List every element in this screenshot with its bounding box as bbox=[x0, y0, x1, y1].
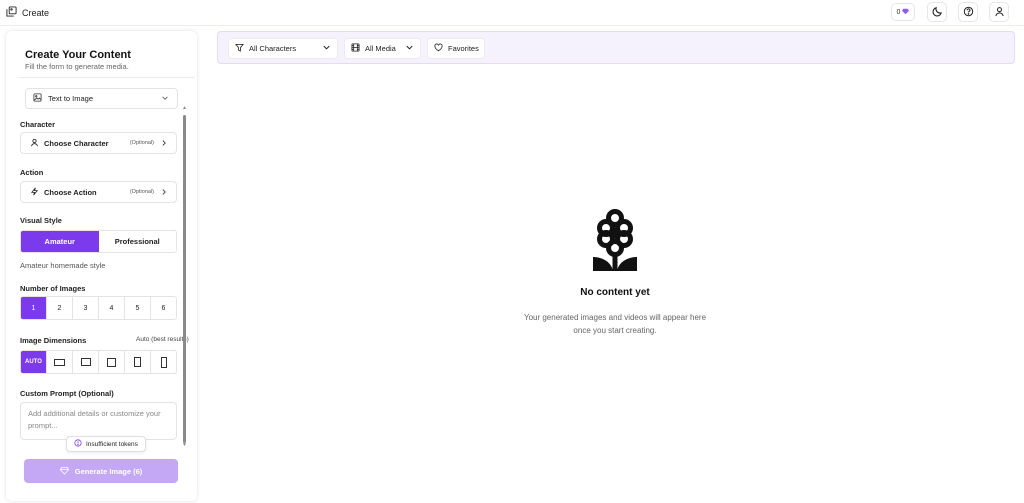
choose-character-text: Choose Character bbox=[44, 138, 109, 148]
number-of-images-selector: 1 2 3 4 5 6 bbox=[20, 296, 177, 320]
chevron-right-icon bbox=[160, 139, 168, 149]
choose-character-button[interactable]: Choose Character (Optional) bbox=[20, 132, 177, 154]
character-filter-dropdown[interactable]: All Characters bbox=[228, 38, 338, 59]
chevron-right-icon bbox=[160, 188, 168, 198]
insufficient-tokens-tooltip: Insufficient tokens bbox=[66, 436, 146, 452]
tooltip-text: Insufficient tokens bbox=[86, 440, 138, 448]
gem-icon bbox=[902, 8, 910, 17]
filter-bar: All Characters All Media Favorites bbox=[217, 31, 1015, 64]
dimensions-note: Auto (best results) bbox=[136, 336, 189, 343]
chevron-down-icon bbox=[405, 43, 414, 54]
token-count: 0 bbox=[896, 8, 901, 16]
dimension-square-option[interactable] bbox=[99, 351, 125, 373]
panel-title: Create Your Content bbox=[25, 49, 131, 61]
image-count-option[interactable]: 5 bbox=[125, 297, 151, 319]
dimension-auto-option[interactable]: AUTO bbox=[21, 351, 47, 373]
image-count-option[interactable]: 4 bbox=[99, 297, 125, 319]
visual-style-label: Visual Style bbox=[20, 216, 62, 225]
scroll-down-arrow[interactable]: ▼ bbox=[182, 442, 187, 448]
info-icon bbox=[74, 439, 82, 449]
visual-style-toggle: Amateur Professional bbox=[20, 230, 177, 253]
filter-icon bbox=[235, 43, 244, 54]
flower-icon bbox=[591, 209, 639, 273]
dimension-wide-option[interactable] bbox=[47, 351, 73, 373]
app-title: Create bbox=[22, 7, 50, 18]
media-filter-dropdown[interactable]: All Media bbox=[344, 38, 421, 59]
panel-scrollbar[interactable] bbox=[183, 115, 186, 443]
image-dimensions-label: Image Dimensions bbox=[20, 336, 87, 345]
image-dimensions-selector: AUTO bbox=[20, 350, 177, 374]
image-icon bbox=[33, 93, 42, 104]
image-count-option[interactable]: 6 bbox=[151, 297, 176, 319]
gallery-icon bbox=[6, 6, 17, 19]
lightning-icon bbox=[30, 187, 39, 198]
dimension-landscape-option[interactable] bbox=[73, 351, 99, 373]
image-count-option[interactable]: 1 bbox=[21, 297, 47, 319]
token-balance[interactable]: 0 bbox=[891, 3, 915, 21]
film-icon bbox=[351, 43, 360, 54]
moon-icon bbox=[932, 6, 943, 19]
action-label: Action bbox=[20, 168, 44, 177]
wide-ratio-icon bbox=[54, 358, 65, 366]
app-brand[interactable]: Create bbox=[6, 6, 49, 19]
optional-tag: (Optional) bbox=[129, 189, 154, 195]
create-panel: Create Your Content Fill the form to gen… bbox=[6, 31, 197, 501]
help-icon bbox=[963, 6, 974, 19]
favorites-filter-button[interactable]: Favorites bbox=[427, 38, 485, 59]
square-ratio-icon bbox=[107, 357, 116, 367]
chevron-down-icon bbox=[161, 94, 169, 104]
custom-prompt-input[interactable]: Add additional details or customize your… bbox=[20, 402, 177, 440]
generation-mode-select[interactable]: Text to Image bbox=[25, 88, 178, 109]
image-count-option[interactable]: 3 bbox=[73, 297, 99, 319]
dimension-tall-option[interactable] bbox=[151, 351, 176, 373]
visual-style-hint: Amateur homemade style bbox=[20, 261, 106, 270]
scroll-up-arrow[interactable]: ▲ bbox=[182, 105, 187, 111]
optional-tag: (Optional) bbox=[129, 140, 154, 146]
style-option-professional[interactable]: Professional bbox=[99, 231, 177, 252]
gem-icon bbox=[59, 466, 69, 477]
divider bbox=[18, 77, 195, 78]
theme-toggle-button[interactable] bbox=[927, 2, 947, 22]
help-button[interactable] bbox=[958, 2, 978, 22]
portrait-ratio-icon bbox=[134, 357, 141, 367]
landscape-ratio-icon bbox=[80, 358, 91, 366]
chevron-down-icon bbox=[322, 43, 331, 54]
favorites-label: Favorites bbox=[448, 44, 479, 53]
mode-select-value: Text to Image bbox=[48, 94, 94, 103]
user-icon bbox=[30, 138, 39, 149]
image-count-option[interactable]: 2 bbox=[47, 297, 73, 319]
empty-state-description: Your generated images and videos will ap… bbox=[523, 313, 707, 335]
character-label: Character bbox=[20, 120, 56, 129]
heart-icon bbox=[434, 43, 443, 54]
choose-action-text: Choose Action bbox=[44, 187, 97, 197]
account-button[interactable] bbox=[989, 2, 1009, 22]
character-filter-label: All Characters bbox=[249, 44, 297, 53]
tall-ratio-icon bbox=[160, 356, 167, 368]
generate-button-label: Generate Image (6) bbox=[74, 466, 143, 476]
generate-image-button[interactable]: Generate Image (6) bbox=[24, 459, 178, 483]
empty-state-title: No content yet bbox=[580, 287, 650, 298]
user-icon bbox=[994, 6, 1005, 19]
custom-prompt-label: Custom Prompt (Optional) bbox=[20, 389, 114, 398]
panel-subtitle: Fill the form to generate media. bbox=[25, 62, 129, 71]
media-filter-label: All Media bbox=[365, 44, 396, 53]
style-option-amateur[interactable]: Amateur bbox=[21, 231, 99, 252]
number-of-images-label: Number of Images bbox=[20, 284, 86, 293]
choose-action-button[interactable]: Choose Action (Optional) bbox=[20, 181, 177, 203]
top-bar: Create 0 bbox=[0, 0, 1024, 26]
dimension-portrait-option[interactable] bbox=[125, 351, 151, 373]
